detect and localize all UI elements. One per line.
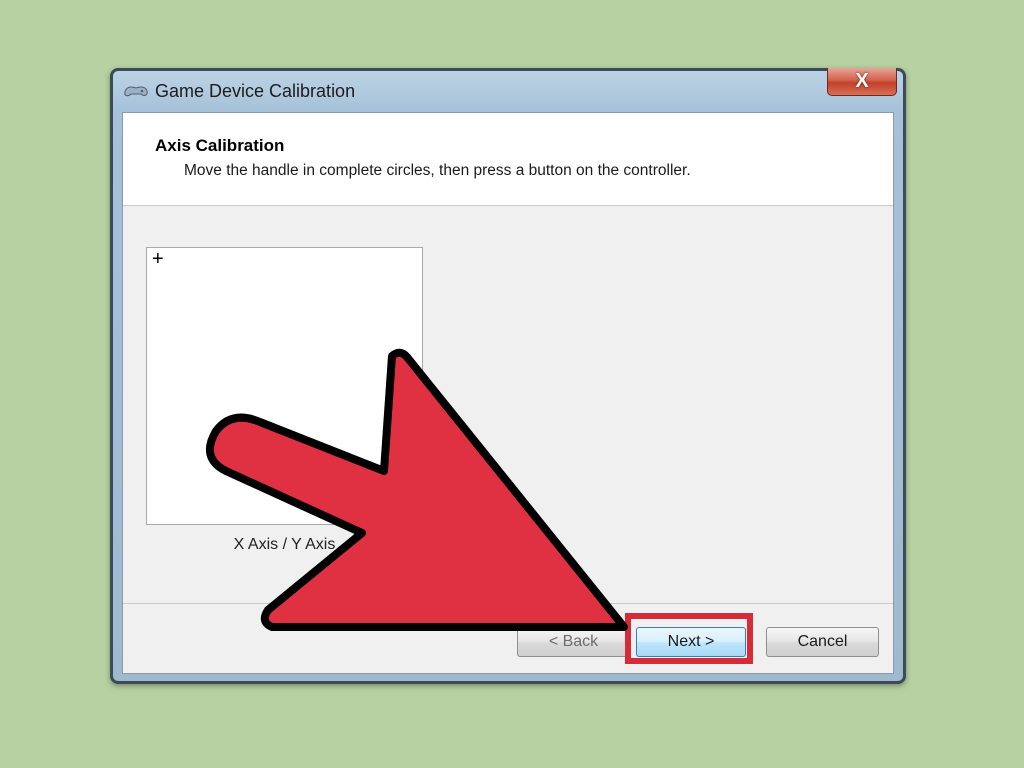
close-button[interactable]: X — [827, 68, 897, 96]
game-controller-icon — [124, 86, 148, 97]
cancel-button[interactable]: Cancel — [766, 627, 879, 657]
wizard-header: Axis Calibration Move the handle in comp… — [123, 113, 893, 206]
calibration-window: Game Device Calibration X Axis Calibrati… — [110, 68, 906, 684]
window-title: Game Device Calibration — [155, 81, 356, 101]
crosshair-icon: + — [152, 248, 164, 270]
footer-divider — [123, 603, 893, 604]
close-icon: X — [855, 70, 869, 92]
axis-label: X Axis / Y Axis — [233, 536, 336, 553]
next-button[interactable]: Next > — [636, 627, 746, 657]
back-button[interactable]: < Back — [517, 627, 630, 657]
dialog-client-area: Axis Calibration Move the handle in comp… — [122, 112, 894, 674]
axis-display-box: + — [146, 247, 423, 525]
page-title: Axis Calibration — [155, 136, 285, 155]
page-description: Move the handle in complete circles, the… — [184, 162, 691, 179]
